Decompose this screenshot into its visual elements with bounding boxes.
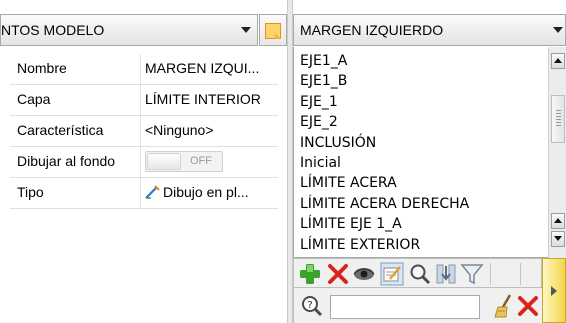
properties-table: Nombre MARGEN IZQUI... Capa LÍMITE INTER… [10, 54, 278, 209]
clear-search-icon[interactable] [516, 293, 540, 319]
property-value[interactable]: <Ninguno> [145, 122, 278, 138]
list-item[interactable]: EJE_1 [300, 92, 469, 112]
arrow-up-icon [554, 58, 562, 63]
property-label: Característica [17, 122, 104, 138]
scroll-thumb[interactable] [551, 95, 565, 143]
property-row-caracteristica[interactable]: Característica <Ninguno> [10, 116, 278, 147]
list-item[interactable]: EJE1_B [300, 71, 469, 91]
list-item[interactable]: LÍMITE ACERA [300, 173, 469, 193]
left-header-dropdown[interactable]: NTOS MODELO [0, 14, 258, 46]
list-item[interactable]: EJE1_A [300, 51, 469, 71]
move-down-icon[interactable] [434, 262, 458, 286]
broom-icon[interactable] [492, 293, 516, 319]
play-arrow-icon [551, 286, 557, 296]
property-row-capa[interactable]: Capa LÍMITE INTERIOR [10, 85, 278, 116]
property-row-nombre[interactable]: Nombre MARGEN IZQUI... [10, 54, 278, 85]
arrow-down-icon [554, 236, 562, 241]
svg-text:?: ? [307, 300, 312, 311]
list-item[interactable]: INCLUSIÓN [300, 133, 469, 153]
property-value-tipo[interactable]: Dibujo en pl... [145, 184, 278, 200]
property-label: Tipo [17, 184, 44, 200]
scroll-up-small-button[interactable] [551, 213, 565, 229]
property-value: Dibujo en pl... [163, 184, 249, 200]
eye-icon[interactable] [352, 262, 376, 286]
column-divider [140, 147, 141, 177]
grip-icon [556, 110, 561, 128]
search-row: ? [293, 288, 542, 323]
right-header-title: MARGEN IZQUIERDO [300, 22, 444, 38]
list-item[interactable]: LÍMITE EJE 1_A [300, 214, 469, 234]
list-scrollbar[interactable] [548, 47, 566, 258]
scroll-down-button[interactable] [551, 231, 565, 247]
toolbar-separator [490, 263, 491, 285]
help-search-icon[interactable]: ? [300, 294, 324, 318]
property-row-dibujar-al-fondo[interactable]: Dibujar al fondo OFF [10, 147, 278, 178]
edit-icon[interactable] [380, 262, 404, 286]
property-label: Nombre [17, 60, 67, 76]
expand-side-button[interactable] [542, 258, 566, 323]
note-button[interactable] [259, 14, 287, 46]
magnifier-icon[interactable] [408, 262, 432, 286]
toggle-state: OFF [190, 155, 212, 167]
toolbar-separator [520, 263, 521, 285]
column-divider [140, 178, 141, 208]
column-divider [140, 54, 141, 84]
scroll-up-button[interactable] [551, 53, 565, 69]
list-toolbar [293, 258, 542, 288]
property-label: Dibujar al fondo [17, 153, 116, 169]
arrow-up-icon [554, 218, 562, 223]
sticky-note-icon [265, 23, 281, 39]
search-input[interactable] [330, 295, 480, 319]
drawing-pencil-icon [145, 185, 160, 199]
draw-background-toggle[interactable]: OFF [145, 151, 223, 172]
list-item[interactable]: EJE_2 [300, 112, 469, 132]
funnel-icon[interactable] [460, 262, 484, 286]
plus-icon[interactable] [298, 262, 322, 286]
left-header-title: NTOS MODELO [1, 22, 105, 38]
property-row-tipo[interactable]: Tipo Dibujo en pl... [10, 178, 278, 209]
layer-list[interactable]: EJE1_A EJE1_B EJE_1 EJE_2 INCLUSIÓN Inic… [293, 47, 566, 258]
column-divider [140, 85, 141, 115]
column-divider [140, 116, 141, 146]
chevron-down-icon [553, 27, 563, 33]
close-icon[interactable] [326, 262, 350, 286]
property-label: Capa [17, 91, 51, 107]
list-item[interactable]: Inicial [300, 153, 469, 173]
right-header-dropdown[interactable]: MARGEN IZQUIERDO [293, 14, 566, 46]
toggle-knob [147, 153, 181, 170]
list-item[interactable]: LÍMITE ACERA DERECHA [300, 194, 469, 214]
property-value[interactable]: LÍMITE INTERIOR [145, 91, 278, 107]
chevron-down-icon [241, 27, 251, 33]
property-value[interactable]: MARGEN IZQUI... [145, 60, 278, 76]
list-item[interactable]: LÍMITE EXTERIOR [300, 235, 469, 255]
